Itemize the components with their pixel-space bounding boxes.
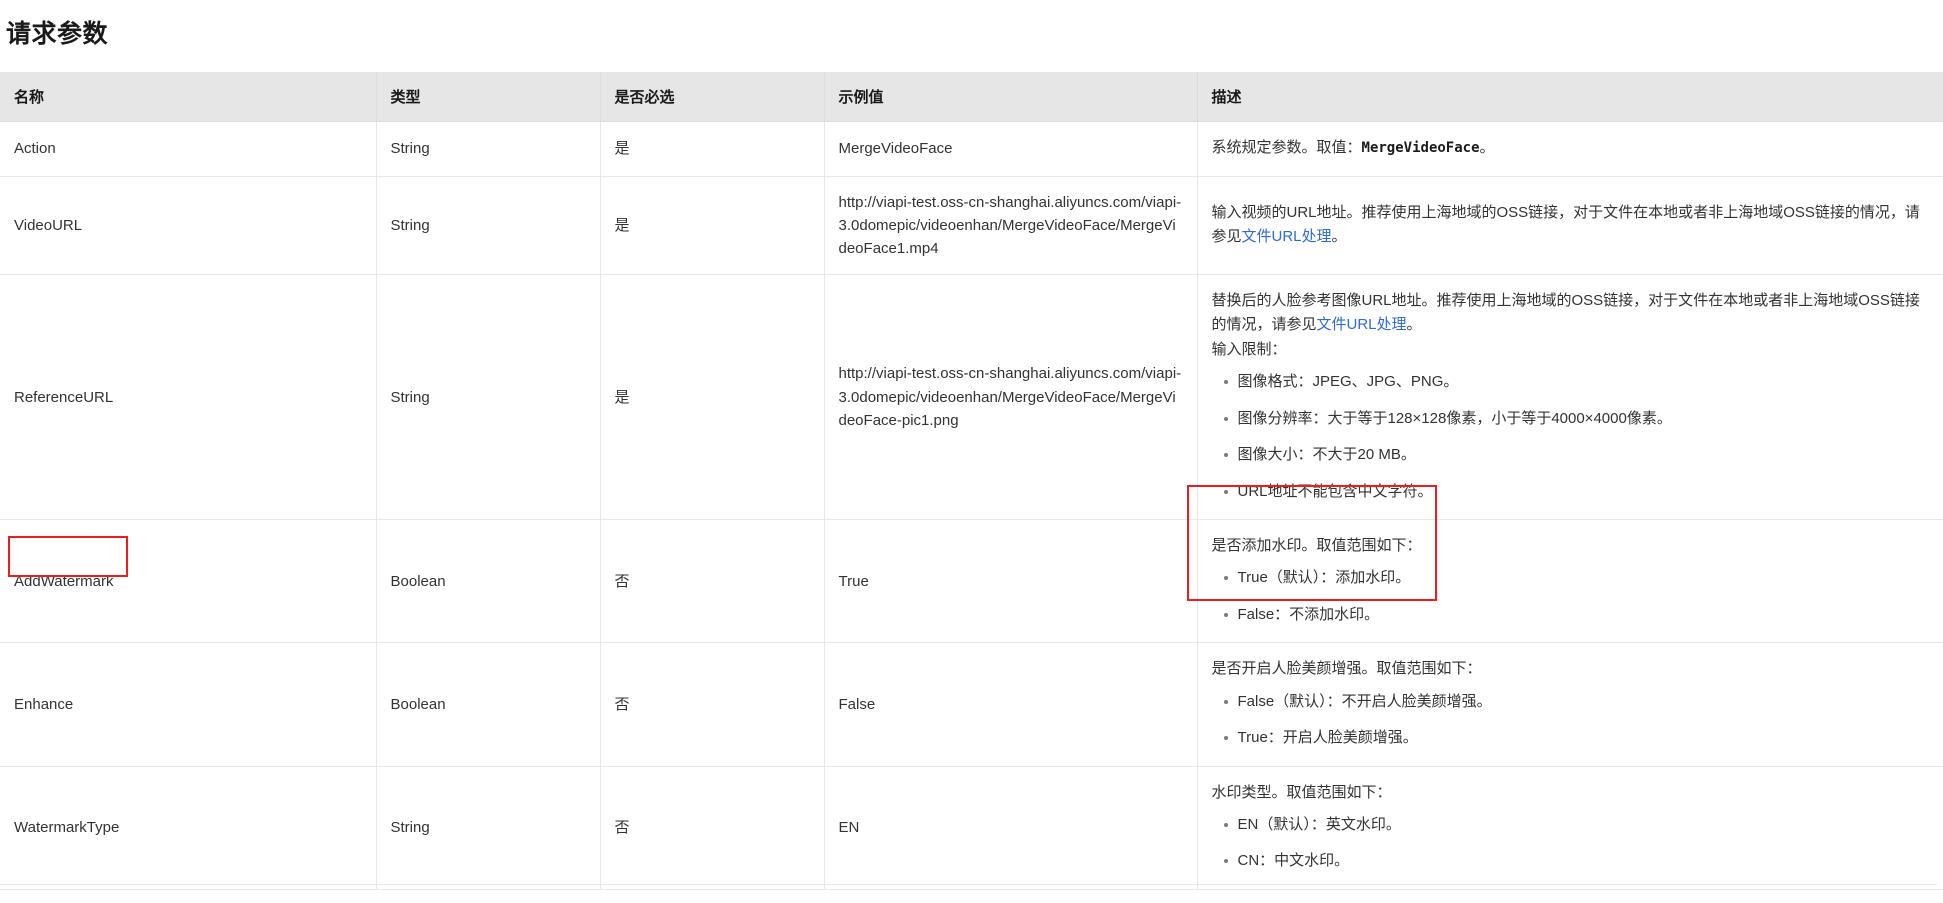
desc-bullet-item: True：开启人脸美颜增强。 [1223,727,1930,750]
table-header: 名称 类型 是否必选 示例值 描述 [0,72,1943,122]
desc-text-tail: 。 [1479,139,1495,156]
desc-bullet-item: 图像大小：不大于20 MB。 [1223,444,1930,467]
table-header-row: 名称 类型 是否必选 示例值 描述 [0,72,1943,122]
file-url-handling-link[interactable]: 文件URL处理 [1317,316,1407,333]
param-example-cell: http://viapi-test.oss-cn-shanghai.aliyun… [824,274,1198,521]
param-example-cell: EN [824,766,1198,890]
table-row: VideoURL String 是 http://viapi-test.oss-… [0,176,1943,276]
param-name-cell: Action [0,121,377,177]
param-type-cell: String [376,121,601,177]
column-header-name: 名称 [0,72,377,122]
param-desc-cell: 是否添加水印。取值范围如下： True（默认）：添加水印。 False：不添加水… [1197,519,1943,644]
param-required-cell: 否 [600,519,825,644]
param-name-cell: WatermarkType [0,766,377,890]
table-body: Action String 是 MergeVideoFace 系统规定参数。取值… [0,121,1943,890]
column-header-required: 是否必选 [600,72,825,122]
desc-bullet-item: EN（默认）：英文水印。 [1223,814,1930,837]
param-desc-cell: 系统规定参数。取值：MergeVideoFace。 [1197,121,1943,177]
column-header-desc: 描述 [1197,72,1943,122]
param-type-cell: String [376,274,601,521]
param-required-cell: 否 [600,766,825,890]
desc-text-tail: 。 [1331,227,1347,245]
bottom-divider [0,884,1937,885]
param-type-cell: String [376,766,601,890]
desc-paragraph: 替换后的人脸参考图像URL地址。推荐使用上海地域的OSS链接，对于文件在本地或者… [1212,289,1930,336]
param-desc-cell: 是否开启人脸美颜增强。取值范围如下： False（默认）：不开启人脸美颜增强。 … [1197,642,1943,767]
param-required-cell: 否 [600,642,825,767]
param-required-cell: 是 [600,274,825,521]
desc-bullet-item: False（默认）：不开启人脸美颜增强。 [1223,691,1930,714]
param-name-cell: Enhance [0,642,377,767]
param-type-cell: Boolean [376,519,601,644]
param-desc-cell: 水印类型。取值范围如下： EN（默认）：英文水印。 CN：中文水印。 [1197,766,1943,890]
param-name-cell: VideoURL [0,176,377,276]
desc-code-value: MergeVideoFace [1361,140,1480,156]
desc-paragraph: 是否开启人脸美颜增强。取值范围如下： [1211,660,1482,678]
desc-paragraph: 系统规定参数。取值：MergeVideoFace。 [1212,136,1930,160]
table-row: WatermarkType String 否 EN 水印类型。取值范围如下： E… [0,766,1943,890]
param-example-cell: http://viapi-test.oss-cn-shanghai.aliyun… [824,176,1198,276]
table-row: AddWatermark Boolean 否 True 是否添加水印。取值范围如… [0,519,1943,644]
desc-bullet-list: EN（默认）：英文水印。 CN：中文水印。 [1212,814,1930,873]
param-name-cell: ReferenceURL [0,274,377,521]
desc-paragraph: 是否添加水印。取值范围如下： [1211,537,1422,555]
desc-text: 系统规定参数。取值： [1211,139,1362,156]
request-parameters-table: 名称 类型 是否必选 示例值 描述 Action String 是 MergeV… [0,72,1943,890]
desc-bullet-item: URL地址不能包含中文字符。 [1223,481,1930,504]
request-parameters-page: 请求参数 名称 类型 是否必选 示例值 描述 Action String 是 M… [0,0,1943,903]
desc-bullet-item: True（默认）：添加水印。 [1223,567,1930,590]
param-required-cell: 是 [600,121,825,177]
table-row: Action String 是 MergeVideoFace 系统规定参数。取值… [0,121,1943,177]
column-header-type: 类型 [376,72,601,122]
desc-paragraph: 水印类型。取值范围如下： [1211,783,1392,801]
desc-bullet-list: True（默认）：添加水印。 False：不添加水印。 [1212,567,1930,626]
param-example-cell: True [824,519,1198,644]
param-required-cell: 是 [600,176,825,276]
param-type-cell: Boolean [376,642,601,767]
param-name-cell: AddWatermark [0,519,377,644]
table-row: ReferenceURL String 是 http://viapi-test.… [0,274,1943,521]
desc-bullet-item: CN：中文水印。 [1223,850,1930,873]
param-desc-cell: 输入视频的URL地址。推荐使用上海地域的OSS链接，对于文件在本地或者非上海地域… [1197,176,1943,276]
file-url-handling-link[interactable]: 文件URL处理 [1242,228,1332,245]
desc-bullet-list: False（默认）：不开启人脸美颜增强。 True：开启人脸美颜增强。 [1212,691,1930,750]
column-header-example: 示例值 [824,72,1198,122]
table-row: Enhance Boolean 否 False 是否开启人脸美颜增强。取值范围如… [0,642,1943,767]
desc-bullet-list: 图像格式：JPEG、JPG、PNG。 图像分辨率：大于等于128×128像素，小… [1212,371,1930,503]
param-desc-cell: 替换后的人脸参考图像URL地址。推荐使用上海地域的OSS链接，对于文件在本地或者… [1197,274,1943,521]
desc-bullet-item: 图像格式：JPEG、JPG、PNG。 [1223,371,1930,394]
desc-subheading: 输入限制： [1211,340,1287,358]
desc-bullet-item: 图像分辨率：大于等于128×128像素，小于等于4000×4000像素。 [1223,408,1930,431]
page-title: 请求参数 [6,20,109,48]
param-type-cell: String [376,176,601,276]
desc-paragraph: 输入视频的URL地址。推荐使用上海地域的OSS链接，对于文件在本地或者非上海地域… [1212,201,1930,248]
desc-bullet-item: False：不添加水印。 [1223,604,1930,627]
param-example-cell: MergeVideoFace [824,121,1198,177]
desc-text-tail: 。 [1406,315,1422,333]
param-example-cell: False [824,642,1198,767]
